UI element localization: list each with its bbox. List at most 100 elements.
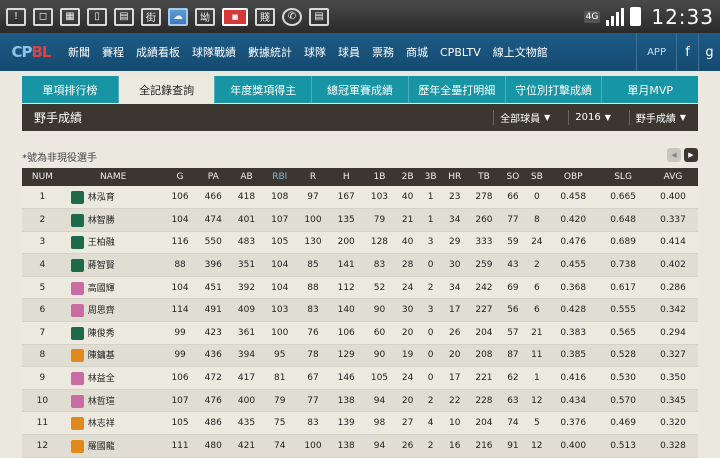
table-row[interactable]: 6 周思齊 114 491 409 103 83 140 90 30 3 17 227 56 6 0.428 0… [22, 298, 698, 323]
team-logo-icon [70, 394, 84, 408]
stat-cell: 128 [362, 231, 397, 255]
next-page-button[interactable]: ▶ [684, 148, 698, 162]
player-name[interactable]: 高國輝 [62, 276, 164, 300]
column-header-pa[interactable]: PA [197, 168, 230, 186]
player-name[interactable]: 王柏融 [62, 231, 164, 255]
column-header-rbi[interactable]: RBI [263, 168, 296, 186]
player-name-text[interactable]: 林哲瑄 [88, 397, 115, 407]
stat-value: 104 [171, 214, 189, 225]
player-name[interactable]: 陳鏞基 [62, 344, 164, 368]
nav-item-8[interactable]: 商城 [400, 44, 434, 60]
nav-item-5[interactable]: 球隊 [298, 44, 332, 60]
player-name[interactable]: 陳俊秀 [62, 321, 164, 345]
column-header-avg[interactable]: AVG [648, 168, 698, 186]
column-header-1b[interactable]: 1B [363, 168, 396, 186]
column-header-g[interactable]: G [163, 168, 196, 186]
player-name-text[interactable]: 陳俊秀 [88, 329, 115, 339]
app-link[interactable]: APP [636, 33, 676, 71]
stat-cell: 396 [196, 253, 230, 277]
player-name[interactable]: 林哲瑄 [62, 389, 164, 413]
column-header-hr[interactable]: HR [442, 168, 467, 186]
column-header-so[interactable]: SO [501, 168, 526, 186]
nav-item-2[interactable]: 成績看板 [130, 44, 186, 60]
player-name-text[interactable]: 林智勝 [88, 216, 115, 226]
column-header-ab[interactable]: AB [230, 168, 263, 186]
tab-2[interactable]: 年度獎項得主 [215, 76, 313, 103]
nav-item-4[interactable]: 數據統計 [242, 44, 298, 60]
tab-6[interactable]: 單月MVP [602, 76, 698, 103]
nav-item-10[interactable]: 線上文物館 [487, 44, 554, 60]
stat-value: 0.400 [660, 192, 686, 203]
stat-value: 30 [449, 260, 461, 271]
nav-item-3[interactable]: 球隊戰績 [186, 44, 242, 60]
player-name[interactable]: 林志祥 [62, 411, 164, 436]
facebook-icon[interactable]: f [676, 33, 698, 71]
player-name-text[interactable]: 林志祥 [88, 419, 115, 429]
table-row[interactable]: 12 羅國龍 111 480 421 74 100 138 94 26 2 16 216 91 12 0.40… [22, 434, 698, 458]
player-name[interactable]: 林泓育 [62, 186, 164, 210]
cpbl-logo[interactable]: CP BL [0, 33, 62, 71]
player-name-text[interactable]: 周思齊 [88, 306, 115, 316]
column-header-2b[interactable]: 2B [396, 168, 419, 186]
tab-1[interactable]: 全記錄查詢 [118, 76, 216, 103]
nav-item-9[interactable]: CPBLTV [434, 46, 487, 59]
stat-cell: 409 [229, 298, 264, 323]
player-name-text[interactable]: 高國輝 [88, 284, 115, 294]
stat-value: 106 [171, 192, 189, 203]
google-plus-icon[interactable]: g [698, 33, 720, 71]
player-name[interactable]: 林智勝 [62, 208, 164, 232]
player-name-text[interactable]: 羅國龍 [88, 442, 115, 452]
stat-value: 476 [204, 395, 222, 406]
player-name[interactable]: 周思齊 [62, 298, 164, 323]
column-header-tb[interactable]: TB [467, 168, 500, 186]
stat-cell: 351 [229, 253, 264, 277]
player-name-text[interactable]: 蔣智賢 [88, 261, 115, 271]
column-header-sb[interactable]: SB [525, 168, 548, 186]
column-header-slg[interactable]: SLG [598, 168, 648, 186]
tab-5[interactable]: 守位別打擊成績 [506, 76, 603, 103]
nav-item-6[interactable]: 球員 [332, 44, 366, 60]
player-name-text[interactable]: 林益全 [88, 374, 115, 384]
column-header-name[interactable]: NAME [63, 168, 164, 186]
column-header-3b[interactable]: 3B [419, 168, 442, 186]
tab-3[interactable]: 總冠軍賽成績 [312, 76, 409, 103]
player-name[interactable]: 蔣智賢 [62, 253, 164, 277]
stat-type-select[interactable]: 野手成績 ▼ [628, 110, 686, 125]
stat-cell: 138 [329, 434, 363, 458]
player-name-text[interactable]: 林泓育 [88, 193, 115, 203]
player-filter-select[interactable]: 全部球員 ▼ [493, 110, 550, 125]
stat-cell: 34 [442, 208, 468, 232]
table-row[interactable]: 3 王柏融 116 550 483 105 130 200 128 40 3 29 333 59 24 0.4… [22, 231, 698, 255]
table-row[interactable]: 5 高國輝 104 451 392 104 88 112 52 24 2 34 242 69 6 0.368 0… [22, 276, 698, 300]
column-header-num[interactable]: NUM [22, 168, 63, 186]
stat-value: 135 [337, 214, 355, 225]
stat-value: 200 [337, 237, 355, 248]
column-header-h[interactable]: H [330, 168, 363, 186]
nav-item-0[interactable]: 新聞 [62, 44, 96, 60]
table-row[interactable]: 7 陳俊秀 99 423 361 100 76 106 60 20 0 26 204 57 21 0.383 0… [22, 321, 698, 345]
year-select[interactable]: 2016 ▼ [568, 110, 611, 125]
table-row[interactable]: 9 林益全 106 472 417 81 67 146 105 24 0 17 221 62 1 0.416 0… [22, 366, 698, 390]
tab-4[interactable]: 歷年全壘打明細 [409, 76, 506, 103]
player-name[interactable]: 羅國龍 [62, 434, 164, 458]
table-row[interactable]: 10 林哲瑄 107 476 400 79 77 138 94 20 2 22 228 63 12 0.434… [22, 389, 698, 413]
player-name-text[interactable]: 陳鏞基 [88, 351, 115, 361]
stat-cell: 29 [442, 231, 468, 255]
stat-cell: 333 [467, 231, 501, 255]
table-row[interactable]: 8 陳鏞基 99 436 394 95 78 129 90 19 0 20 208 87 11 0.385 0.… [22, 344, 698, 368]
table-row[interactable]: 1 林泓育 106 466 418 108 97 167 103 40 1 23 278 66 0 0.458… [22, 186, 698, 210]
nav-item-1[interactable]: 賽程 [96, 44, 130, 60]
street-icon: 街 [141, 7, 161, 26]
table-row[interactable]: 2 林智勝 104 474 401 107 100 135 79 21 1 34 260 77 8 0.420… [22, 208, 698, 232]
column-header-obp[interactable]: OBP [548, 168, 598, 186]
player-name[interactable]: 林益全 [62, 366, 164, 390]
phone-app-icon: ◻ [33, 7, 53, 26]
column-header-r[interactable]: R [296, 168, 329, 186]
nav-item-7[interactable]: 票務 [366, 44, 400, 60]
table-row[interactable]: 11 林志祥 105 486 435 75 83 139 98 27 4 10 204 74 5 0.376 0… [22, 411, 698, 436]
table-row[interactable]: 4 蔣智賢 88 396 351 104 85 141 83 28 0 30 259 43 2 0.455 0.… [22, 253, 698, 277]
player-name-text[interactable]: 王柏融 [88, 238, 115, 248]
tab-0[interactable]: 單項排行榜 [22, 76, 119, 103]
stat-value: 0 [533, 192, 540, 203]
prev-page-button[interactable]: ◀ [667, 148, 681, 162]
